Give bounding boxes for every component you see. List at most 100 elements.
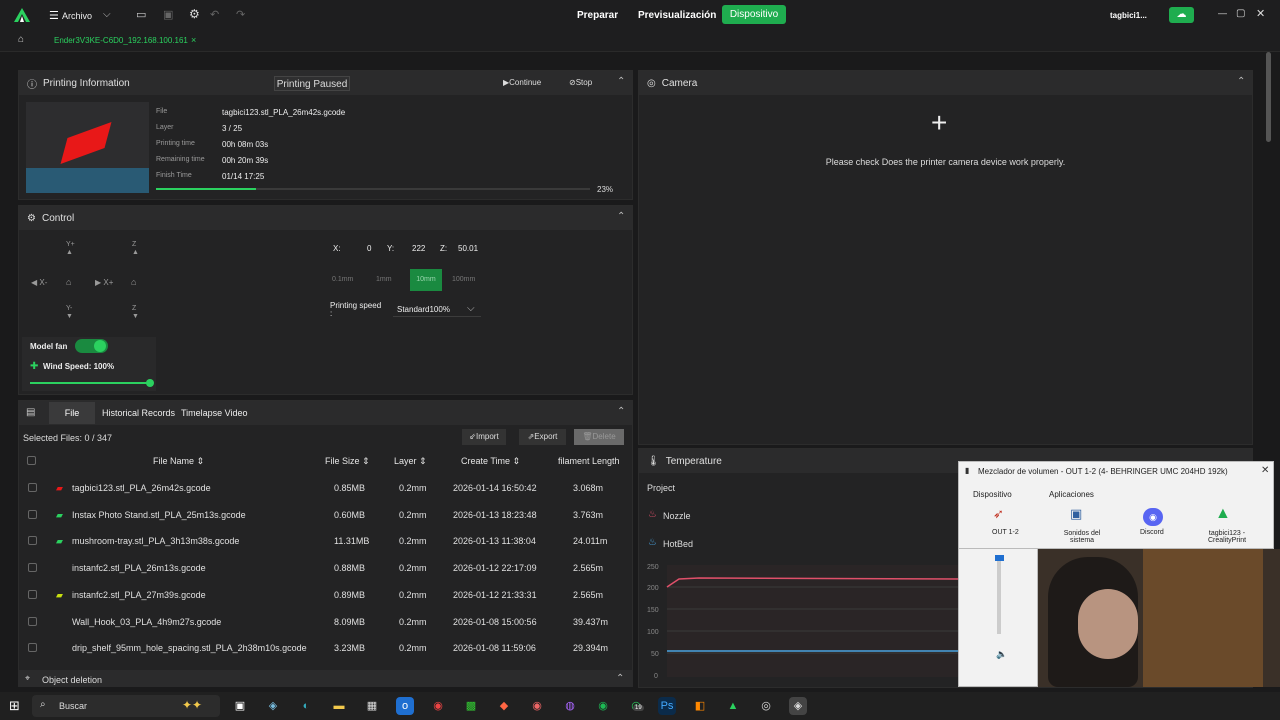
volume-slider[interactable] [997, 559, 1001, 634]
windows-start-icon[interactable]: ⊞ [9, 698, 20, 714]
row-checkbox[interactable] [28, 563, 37, 573]
close-icon[interactable]: ✕ [1256, 7, 1265, 20]
jog-x-minus[interactable]: ◀ X- [31, 278, 47, 287]
continue-button[interactable]: ▶Continue [503, 78, 541, 87]
step-10mm[interactable]: 10mm [410, 269, 442, 291]
creality-logo-icon [14, 8, 30, 22]
volume-icon[interactable]: 🔈 [996, 649, 1007, 660]
tab-historical-records[interactable]: Historical Records [102, 408, 175, 418]
col-filament-length[interactable]: filament Length [558, 456, 620, 466]
volume-handle[interactable] [995, 555, 1004, 561]
row-checkbox[interactable] [28, 616, 37, 626]
stop-button[interactable]: ⊘Stop [569, 78, 592, 87]
step-1mm[interactable]: 1mm [376, 276, 392, 283]
explorer-icon[interactable]: ▬ [330, 697, 348, 715]
hamburger-icon[interactable]: ☰ [49, 9, 59, 22]
hotbed-label: HotBed [663, 539, 694, 549]
scrollbar[interactable] [1266, 52, 1271, 142]
arrow-down-icon[interactable]: ▼ [66, 313, 73, 320]
row-checkbox[interactable] [28, 643, 37, 653]
jog-x-plus[interactable]: ▶ X+ [95, 278, 113, 287]
redo-icon[interactable]: ↷ [236, 8, 245, 21]
edge-icon[interactable]: ◐ [297, 697, 315, 715]
task-view-icon[interactable]: ▣ [231, 697, 249, 715]
copilot-icon[interactable]: ◈ [264, 697, 282, 715]
device-tab-close[interactable]: × [191, 35, 196, 45]
cloud-icon[interactable]: ☁ [1169, 7, 1194, 23]
fan-toggle[interactable] [75, 339, 108, 353]
blender-icon[interactable]: ◧ [691, 697, 709, 715]
minimize-icon[interactable]: — [1218, 8, 1227, 18]
tab-previsualizacion[interactable]: Previsualización [638, 10, 716, 21]
table-row[interactable]: ▰ instanfc2.stl_PLA_27m39s.gcode 0.89MB 0.2… [18, 581, 632, 608]
slider-handle[interactable] [146, 379, 154, 387]
row-checkbox[interactable] [28, 509, 37, 519]
outlook-icon[interactable]: o [396, 697, 414, 715]
file-size: 0.60MB [334, 509, 366, 520]
import-button[interactable]: ⇙Import [462, 429, 506, 445]
spotify-icon[interactable]: ◉ [594, 697, 612, 715]
select-all-checkbox[interactable] [27, 456, 36, 465]
col-create-time[interactable]: Create Time ⇕ [461, 456, 520, 467]
folder-icon[interactable]: ▭ [136, 8, 146, 21]
tab-dispositivo[interactable]: Dispositivo [722, 5, 786, 24]
row-checkbox[interactable] [28, 536, 37, 546]
user-name[interactable]: tagbici1... [1110, 11, 1147, 20]
collapse-icon[interactable]: ⌃ [1237, 76, 1245, 87]
delete-button[interactable]: 🗑Delete [574, 429, 624, 445]
collapse-icon[interactable]: ⌃ [617, 406, 625, 417]
creality-taskbar-icon[interactable]: ▲ [724, 697, 742, 715]
col-file-size[interactable]: File Size ⇕ [325, 456, 370, 467]
jog-y-plus[interactable]: Y+ [66, 241, 75, 248]
chrome-icon[interactable]: ◉ [429, 697, 447, 715]
jog-z-up[interactable]: Z [132, 241, 136, 248]
arrow-up-icon[interactable]: ▲ [66, 249, 73, 256]
table-row[interactable]: drip_shelf_95mm_hole_spacing.stl_PLA_2h3… [18, 634, 632, 661]
step-100mm[interactable]: 100mm [452, 276, 475, 283]
export-button[interactable]: ⇗Export [519, 429, 566, 445]
wind-speed-slider[interactable] [30, 382, 150, 384]
jog-z-down[interactable]: Z [132, 305, 136, 312]
table-row[interactable]: instanfc2.stl_PLA_26m13s.gcode 0.88MB 0.2m… [18, 554, 632, 581]
jog-y-minus[interactable]: Y- [66, 305, 72, 312]
tab-file[interactable]: File [49, 402, 95, 424]
undo-icon[interactable]: ↶ [210, 8, 219, 21]
chevron-down-icon[interactable]: ⌵ [103, 9, 111, 20]
row-checkbox[interactable] [28, 483, 37, 492]
speed-select[interactable]: Standard100% ⌵ [393, 301, 481, 317]
col-file-name[interactable]: File Name ⇕ [153, 456, 204, 467]
table-row[interactable]: ▰ mushroom-tray.stl_PLA_3h13m38s.gcode 11.… [18, 527, 632, 554]
home-z-icon[interactable]: ⌂ [131, 277, 136, 287]
minecraft-icon[interactable]: ▩ [462, 697, 480, 715]
arrow-up-icon[interactable]: ▲ [132, 249, 139, 256]
col-layer[interactable]: Layer ⇕ [394, 456, 427, 467]
row-checkbox[interactable] [28, 589, 37, 599]
table-row[interactable]: ▰ Instax Photo Stand.stl_PLA_25m13s.gcode… [18, 501, 632, 528]
save-icon[interactable]: ▣ [163, 8, 173, 21]
tab-preparar[interactable]: Preparar [577, 10, 618, 21]
store-icon[interactable]: ▦ [363, 697, 381, 715]
chrome-profile-icon[interactable]: ◉ [528, 697, 546, 715]
object-deletion-header[interactable]: ⌖ Object deletion ⌃ [18, 670, 633, 687]
taskbar-search[interactable]: ⌕ Buscar ✦✦ [32, 695, 220, 717]
step-0-1mm[interactable]: 0.1mm [332, 276, 353, 283]
table-row[interactable]: ▰ tagbici123.stl_PLA_26m42s.gcode 0.85MB 0.… [18, 474, 632, 501]
menu-archivo[interactable]: Archivo [62, 11, 92, 21]
photoshop-icon[interactable]: Ps [658, 697, 676, 715]
collapse-icon[interactable]: ⌃ [617, 211, 625, 222]
home-icon[interactable]: ⌂ [18, 34, 24, 45]
app-icon[interactable]: ◍ [561, 697, 579, 715]
collapse-icon[interactable]: ⌃ [617, 76, 625, 87]
brave-icon[interactable]: ◆ [495, 697, 513, 715]
add-camera-icon[interactable]: + [931, 109, 947, 137]
active-app-icon[interactable]: ◈ [789, 697, 807, 715]
home-xy-icon[interactable]: ⌂ [66, 277, 71, 287]
arrow-down-icon[interactable]: ▼ [132, 313, 139, 320]
device-tab-label[interactable]: Ender3V3KE-C6D0_192.168.100.161 [54, 36, 188, 45]
tab-timelapse-video[interactable]: Timelapse Video [181, 408, 248, 418]
maximize-icon[interactable]: ▢ [1236, 8, 1245, 19]
mixer-close-icon[interactable]: ✕ [1261, 465, 1269, 476]
steam-icon[interactable]: ◎ [757, 697, 775, 715]
table-row[interactable]: Wall_Hook_03_PLA_4h9m27s.gcode 8.09MB 0.2m… [18, 608, 632, 635]
gear-icon[interactable]: ⚙ [189, 7, 200, 21]
